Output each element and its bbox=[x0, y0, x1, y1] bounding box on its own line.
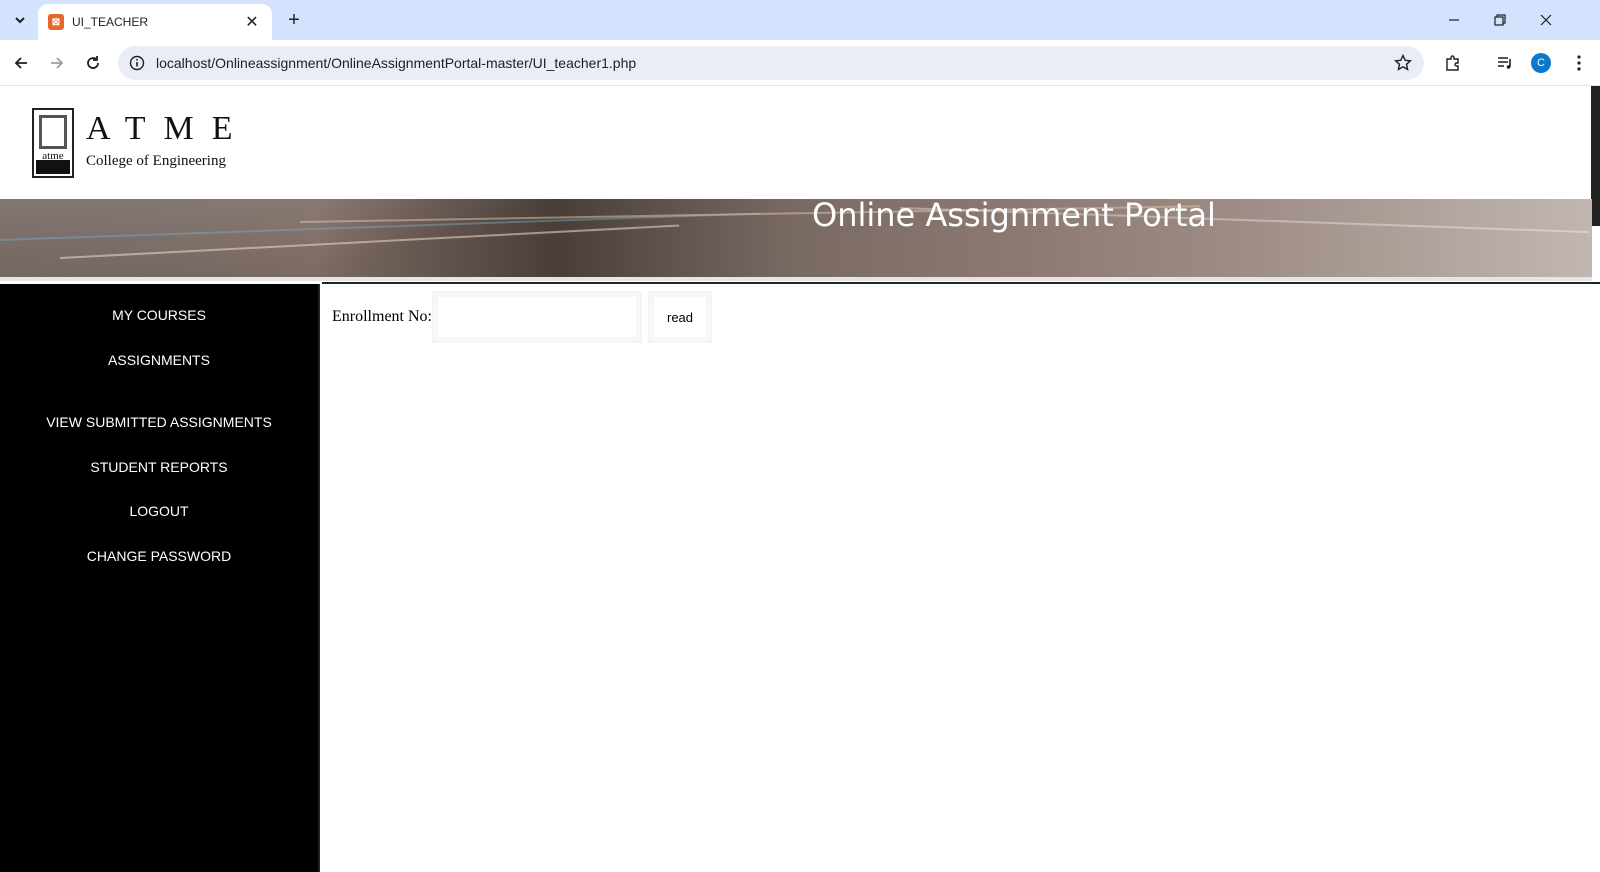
minimize-icon bbox=[1449, 19, 1459, 21]
url-text: localhost/Onlineassignment/OnlineAssignm… bbox=[156, 55, 637, 71]
extensions-puzzle-icon[interactable] bbox=[1438, 48, 1468, 78]
close-icon bbox=[1540, 14, 1552, 26]
avatar: C bbox=[1531, 53, 1551, 73]
arrow-right-icon bbox=[51, 57, 64, 69]
tab-search-button[interactable] bbox=[6, 8, 34, 32]
bookmark-star-icon[interactable] bbox=[1388, 48, 1418, 78]
atme-emblem-icon: atme bbox=[32, 108, 74, 178]
sidebar-item-change-password[interactable]: CHANGE PASSWORD bbox=[0, 548, 318, 564]
restore-icon bbox=[1494, 14, 1506, 26]
banner-divider bbox=[0, 277, 1592, 281]
page-content: atme ATME College of Engineering Online … bbox=[0, 86, 1600, 872]
sidebar-divider bbox=[318, 284, 322, 872]
brand-name: ATME bbox=[86, 110, 251, 147]
browser-menu-icon[interactable] bbox=[1564, 48, 1594, 78]
banner-title: Online Assignment Portal bbox=[812, 199, 1216, 234]
enrollment-input[interactable] bbox=[432, 291, 642, 343]
reload-icon bbox=[87, 56, 99, 69]
brand-subtitle: College of Engineering bbox=[86, 153, 226, 169]
sidebar-item-student-reports[interactable]: STUDENT REPORTS bbox=[0, 459, 318, 475]
sidebar-item-logout[interactable]: LOGOUT bbox=[0, 503, 318, 519]
tab-title: UI_TEACHER bbox=[72, 15, 149, 29]
address-bar[interactable]: localhost/Onlineassignment/OnlineAssignm… bbox=[118, 46, 1424, 80]
minimize-button[interactable] bbox=[1432, 6, 1476, 34]
browser-tabstrip: ⊠ UI_TEACHER ✕ + bbox=[0, 0, 1600, 40]
page-scrollbar[interactable] bbox=[1591, 86, 1600, 226]
sidebar-nav: MY COURSES ASSIGNMENTS VIEW SUBMITTED AS… bbox=[0, 284, 318, 872]
chevron-down-icon bbox=[15, 17, 25, 24]
browser-toolbar: localhost/Onlineassignment/OnlineAssignm… bbox=[0, 40, 1600, 86]
close-window-button[interactable] bbox=[1524, 6, 1568, 34]
back-button[interactable] bbox=[6, 48, 36, 78]
main-top-border bbox=[322, 282, 1600, 284]
site-info-icon[interactable] bbox=[128, 54, 146, 72]
reload-button[interactable] bbox=[78, 48, 108, 78]
sidebar-item-assignments[interactable]: ASSIGNMENTS bbox=[0, 352, 318, 368]
sidebar-item-my-courses[interactable]: MY COURSES bbox=[0, 307, 318, 323]
sidebar-item-view-submitted-assignments[interactable]: VIEW SUBMITTED ASSIGNMENTS bbox=[0, 414, 318, 430]
restore-button[interactable] bbox=[1478, 6, 1522, 34]
forward-button[interactable] bbox=[42, 48, 72, 78]
arrow-left-icon bbox=[14, 57, 27, 69]
xampp-favicon-icon: ⊠ bbox=[48, 14, 64, 30]
close-tab-icon[interactable]: ✕ bbox=[242, 12, 262, 32]
browser-tab[interactable]: ⊠ UI_TEACHER ✕ bbox=[38, 4, 272, 40]
enrollment-label: Enrollment No: bbox=[332, 308, 432, 325]
header-banner: Online Assignment Portal bbox=[0, 199, 1592, 277]
media-control-icon[interactable] bbox=[1490, 48, 1520, 78]
new-tab-button[interactable]: + bbox=[280, 8, 308, 32]
profile-button[interactable]: C bbox=[1526, 48, 1556, 78]
read-button[interactable]: read bbox=[648, 291, 712, 343]
college-logo: atme ATME College of Engineering bbox=[32, 108, 251, 178]
